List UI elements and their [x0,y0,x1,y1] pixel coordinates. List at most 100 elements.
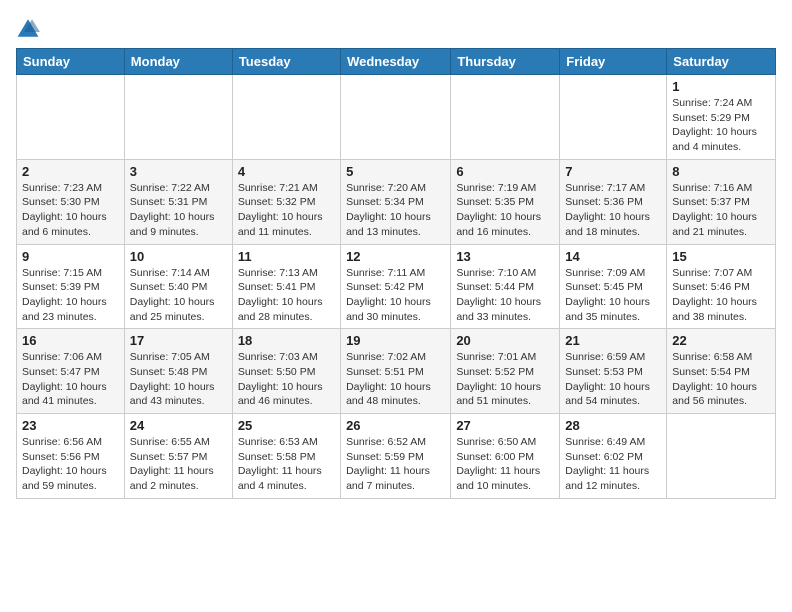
day-info: Sunrise: 6:59 AM Sunset: 5:53 PM Dayligh… [565,350,661,409]
day-info: Sunrise: 6:58 AM Sunset: 5:54 PM Dayligh… [672,350,770,409]
calendar-cell: 21 Sunrise: 6:59 AM Sunset: 5:53 PM Dayli… [560,329,667,414]
calendar-cell [17,75,125,160]
day-number: 25 [238,418,335,433]
calendar-week-row: 2 Sunrise: 7:23 AM Sunset: 5:30 PM Daylig… [17,159,776,244]
calendar-cell: 8 Sunrise: 7:16 AM Sunset: 5:37 PM Daylig… [667,159,776,244]
calendar-cell: 5 Sunrise: 7:20 AM Sunset: 5:34 PM Daylig… [341,159,451,244]
day-info: Sunrise: 6:49 AM Sunset: 6:02 PM Dayligh… [565,435,661,494]
day-number: 27 [456,418,554,433]
day-number: 1 [672,79,770,94]
day-number: 8 [672,164,770,179]
day-number: 6 [456,164,554,179]
calendar-cell: 23 Sunrise: 6:56 AM Sunset: 5:56 PM Dayli… [17,414,125,499]
day-info: Sunrise: 7:05 AM Sunset: 5:48 PM Dayligh… [130,350,227,409]
calendar-cell: 9 Sunrise: 7:15 AM Sunset: 5:39 PM Daylig… [17,244,125,329]
calendar-week-row: 9 Sunrise: 7:15 AM Sunset: 5:39 PM Daylig… [17,244,776,329]
weekday-header: Wednesday [341,49,451,75]
calendar-cell: 3 Sunrise: 7:22 AM Sunset: 5:31 PM Daylig… [124,159,232,244]
day-info: Sunrise: 7:10 AM Sunset: 5:44 PM Dayligh… [456,266,554,325]
calendar-cell [560,75,667,160]
calendar-cell: 4 Sunrise: 7:21 AM Sunset: 5:32 PM Daylig… [232,159,340,244]
calendar-cell: 27 Sunrise: 6:50 AM Sunset: 6:00 PM Dayli… [451,414,560,499]
calendar-cell: 17 Sunrise: 7:05 AM Sunset: 5:48 PM Dayli… [124,329,232,414]
calendar-week-row: 1Sunrise: 7:24 AM Sunset: 5:29 PM Daylig… [17,75,776,160]
weekday-header: Thursday [451,49,560,75]
calendar-cell: 24 Sunrise: 6:55 AM Sunset: 5:57 PM Dayli… [124,414,232,499]
day-info: Sunrise: 6:52 AM Sunset: 5:59 PM Dayligh… [346,435,445,494]
weekday-header: Sunday [17,49,125,75]
calendar-cell: 1Sunrise: 7:24 AM Sunset: 5:29 PM Daylig… [667,75,776,160]
day-number: 2 [22,164,119,179]
day-number: 24 [130,418,227,433]
calendar-cell: 28Sunrise: 6:49 AM Sunset: 6:02 PM Dayli… [560,414,667,499]
day-info: Sunrise: 7:11 AM Sunset: 5:42 PM Dayligh… [346,266,445,325]
day-number: 10 [130,249,227,264]
day-number: 9 [22,249,119,264]
day-number: 20 [456,333,554,348]
day-number: 13 [456,249,554,264]
logo [16,16,44,40]
weekday-header: Monday [124,49,232,75]
calendar-cell [341,75,451,160]
calendar-cell: 15 Sunrise: 7:07 AM Sunset: 5:46 PM Dayli… [667,244,776,329]
day-info: Sunrise: 7:20 AM Sunset: 5:34 PM Dayligh… [346,181,445,240]
calendar-cell [451,75,560,160]
calendar-week-row: 16 Sunrise: 7:06 AM Sunset: 5:47 PM Dayli… [17,329,776,414]
calendar-cell [232,75,340,160]
calendar-cell: 13 Sunrise: 7:10 AM Sunset: 5:44 PM Dayli… [451,244,560,329]
calendar-cell: 7Sunrise: 7:17 AM Sunset: 5:36 PM Daylig… [560,159,667,244]
calendar-week-row: 23 Sunrise: 6:56 AM Sunset: 5:56 PM Dayli… [17,414,776,499]
day-number: 22 [672,333,770,348]
day-info: Sunrise: 7:07 AM Sunset: 5:46 PM Dayligh… [672,266,770,325]
calendar-cell: 14Sunrise: 7:09 AM Sunset: 5:45 PM Dayli… [560,244,667,329]
calendar-cell: 10Sunrise: 7:14 AM Sunset: 5:40 PM Dayli… [124,244,232,329]
weekday-header: Tuesday [232,49,340,75]
day-info: Sunrise: 6:55 AM Sunset: 5:57 PM Dayligh… [130,435,227,494]
day-number: 12 [346,249,445,264]
calendar-cell: 19 Sunrise: 7:02 AM Sunset: 5:51 PM Dayli… [341,329,451,414]
calendar-cell: 12 Sunrise: 7:11 AM Sunset: 5:42 PM Dayli… [341,244,451,329]
day-info: Sunrise: 7:22 AM Sunset: 5:31 PM Dayligh… [130,181,227,240]
day-info: Sunrise: 7:19 AM Sunset: 5:35 PM Dayligh… [456,181,554,240]
day-number: 18 [238,333,335,348]
calendar-header-row: SundayMondayTuesdayWednesdayThursdayFrid… [17,49,776,75]
day-info: Sunrise: 7:21 AM Sunset: 5:32 PM Dayligh… [238,181,335,240]
calendar-cell: 26 Sunrise: 6:52 AM Sunset: 5:59 PM Dayli… [341,414,451,499]
day-info: Sunrise: 6:56 AM Sunset: 5:56 PM Dayligh… [22,435,119,494]
calendar-cell: 11 Sunrise: 7:13 AM Sunset: 5:41 PM Dayli… [232,244,340,329]
calendar-table: SundayMondayTuesdayWednesdayThursdayFrid… [16,48,776,499]
calendar-cell: 20 Sunrise: 7:01 AM Sunset: 5:52 PM Dayli… [451,329,560,414]
calendar-cell: 16 Sunrise: 7:06 AM Sunset: 5:47 PM Dayli… [17,329,125,414]
calendar-cell: 18 Sunrise: 7:03 AM Sunset: 5:50 PM Dayli… [232,329,340,414]
day-info: Sunrise: 7:02 AM Sunset: 5:51 PM Dayligh… [346,350,445,409]
day-info: Sunrise: 7:16 AM Sunset: 5:37 PM Dayligh… [672,181,770,240]
day-info: Sunrise: 7:15 AM Sunset: 5:39 PM Dayligh… [22,266,119,325]
calendar-cell [667,414,776,499]
day-number: 4 [238,164,335,179]
day-number: 19 [346,333,445,348]
calendar-cell: 25 Sunrise: 6:53 AM Sunset: 5:58 PM Dayli… [232,414,340,499]
weekday-header: Saturday [667,49,776,75]
calendar-cell [124,75,232,160]
day-info: Sunrise: 6:50 AM Sunset: 6:00 PM Dayligh… [456,435,554,494]
day-info: Sunrise: 7:03 AM Sunset: 5:50 PM Dayligh… [238,350,335,409]
page-header [16,16,776,40]
logo-icon [16,16,40,40]
day-number: 21 [565,333,661,348]
weekday-header: Friday [560,49,667,75]
day-number: 7 [565,164,661,179]
day-number: 11 [238,249,335,264]
day-number: 17 [130,333,227,348]
day-number: 14 [565,249,661,264]
day-info: Sunrise: 7:13 AM Sunset: 5:41 PM Dayligh… [238,266,335,325]
day-number: 26 [346,418,445,433]
day-number: 23 [22,418,119,433]
day-number: 15 [672,249,770,264]
day-info: Sunrise: 6:53 AM Sunset: 5:58 PM Dayligh… [238,435,335,494]
day-info: Sunrise: 7:23 AM Sunset: 5:30 PM Dayligh… [22,181,119,240]
day-number: 16 [22,333,119,348]
day-info: Sunrise: 7:01 AM Sunset: 5:52 PM Dayligh… [456,350,554,409]
day-number: 3 [130,164,227,179]
day-info: Sunrise: 7:06 AM Sunset: 5:47 PM Dayligh… [22,350,119,409]
day-number: 5 [346,164,445,179]
